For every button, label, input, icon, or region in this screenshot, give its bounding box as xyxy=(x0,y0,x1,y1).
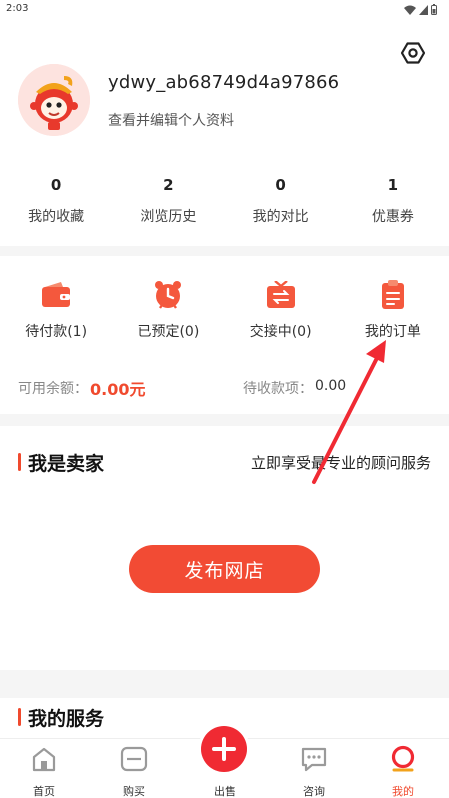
settings-button[interactable] xyxy=(398,38,428,68)
stat-value: 0 xyxy=(275,176,286,194)
seller-advisor-link[interactable]: 立即享受最专业的顾问服务 xyxy=(251,452,431,473)
order-label: 交接中(0) xyxy=(249,324,312,340)
order-pending-payment[interactable]: 待付款(1) xyxy=(0,280,112,341)
battery-icon xyxy=(431,4,437,15)
tab-label: 出售 xyxy=(214,785,236,798)
publish-shop-button[interactable]: 发布网店 xyxy=(129,545,320,593)
stat-coupons[interactable]: 1 优惠券 xyxy=(337,172,449,236)
home-icon xyxy=(30,745,58,773)
stat-value: 0 xyxy=(50,176,62,194)
status-bar: 2:03 xyxy=(0,0,449,20)
services-section-title: 我的服务 xyxy=(18,704,104,731)
order-handover[interactable]: 交接中(0) xyxy=(225,280,337,341)
monkey-mascot-icon xyxy=(18,64,90,136)
tab-home[interactable]: 首页 xyxy=(14,745,74,798)
stat-label: 我的对比 xyxy=(252,209,309,225)
stat-value: 2 xyxy=(163,176,174,194)
stat-history[interactable]: 2 浏览历史 xyxy=(112,172,224,236)
available-balance-value[interactable]: 0.00元 xyxy=(90,376,145,400)
section-divider xyxy=(0,246,449,256)
stat-label: 优惠券 xyxy=(371,209,414,225)
pending-payment-value[interactable]: 0.00 xyxy=(315,378,346,394)
stat-value: 1 xyxy=(387,176,399,194)
pending-payment-label: 待收款项： xyxy=(243,381,313,397)
available-balance-label: 可用余额： xyxy=(18,381,88,397)
tab-label: 我的 xyxy=(392,785,414,798)
username: ydwy_ab68749d4a97866 xyxy=(108,72,340,93)
stat-label: 浏览历史 xyxy=(140,209,197,225)
tab-label: 咨询 xyxy=(303,785,325,798)
stat-favorites[interactable]: 0 我的收藏 xyxy=(0,172,112,236)
stat-label: 我的收藏 xyxy=(28,209,85,225)
alarm-clock-icon xyxy=(153,280,183,310)
profile-ring-icon xyxy=(389,745,417,773)
settings-hexagon-icon xyxy=(401,42,425,64)
chat-icon xyxy=(300,745,328,773)
order-reserved[interactable]: 已预定(0) xyxy=(112,280,224,341)
order-label: 已预定(0) xyxy=(137,324,200,340)
tab-buy[interactable]: 购买 xyxy=(104,745,164,798)
status-icons xyxy=(404,4,437,15)
avatar[interactable] xyxy=(18,64,90,136)
signal-icon xyxy=(419,4,428,15)
section-divider xyxy=(0,670,449,698)
stat-compare[interactable]: 0 我的对比 xyxy=(225,172,337,236)
status-time: 2:03 xyxy=(6,3,29,14)
seller-section-title: 我是卖家 xyxy=(18,449,104,476)
tab-consult[interactable]: 咨询 xyxy=(284,745,344,798)
tab-label: 购买 xyxy=(123,785,145,798)
wallet-icon xyxy=(41,280,71,310)
order-label: 待付款(1) xyxy=(25,324,88,340)
sell-fab-button[interactable] xyxy=(201,726,247,772)
clipboard-icon xyxy=(378,280,408,310)
order-label: 我的订单 xyxy=(364,324,421,340)
tab-mine[interactable]: 我的 xyxy=(373,745,433,798)
wifi-icon xyxy=(404,5,416,15)
order-status-row: 待付款(1) 已预定(0) 交接中(0) 我的订单 xyxy=(0,280,449,341)
exchange-icon xyxy=(266,280,296,310)
section-divider xyxy=(0,414,449,426)
tab-label: 首页 xyxy=(33,785,55,798)
plus-icon xyxy=(212,737,236,761)
my-orders[interactable]: 我的订单 xyxy=(337,280,449,341)
shopping-bag-icon xyxy=(120,745,148,773)
edit-profile-link[interactable]: 查看并编辑个人资料 xyxy=(108,110,234,130)
stats-row: 0 我的收藏 2 浏览历史 0 我的对比 1 优惠券 xyxy=(0,172,449,236)
